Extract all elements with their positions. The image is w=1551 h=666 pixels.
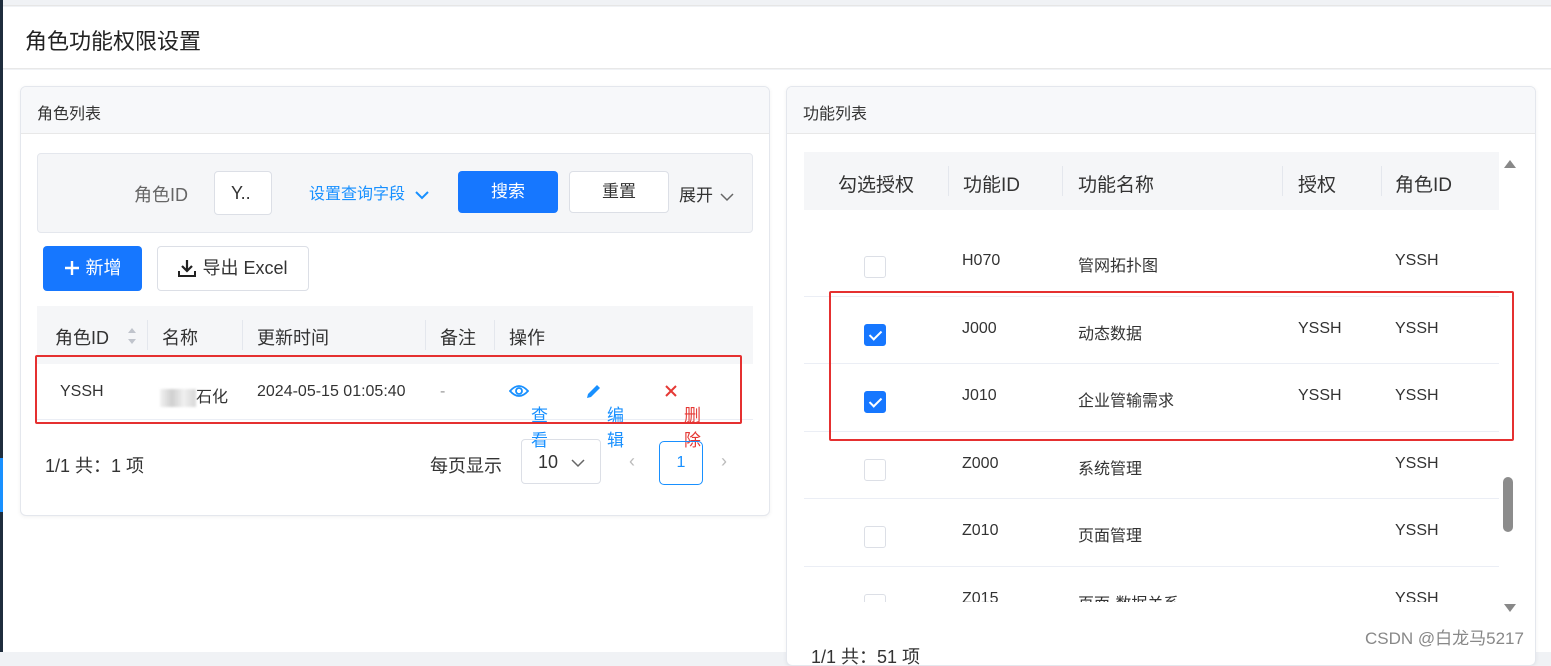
page-size-label: 每页显示	[430, 456, 502, 476]
authorize-checkbox[interactable]	[864, 458, 886, 481]
row-func-id: Z010	[962, 522, 999, 539]
current-page[interactable]: 1	[659, 441, 703, 485]
col-func-role: 角色ID	[1395, 175, 1453, 196]
func-card-title: 功能列表	[787, 87, 1535, 134]
page-size-select[interactable]: 10	[521, 439, 601, 484]
row-func-name: 页面-数据关系	[1078, 590, 1179, 603]
search-button[interactable]: 搜索	[458, 171, 558, 213]
table-row[interactable]: Z015 页面-数据关系 YSSH	[804, 567, 1499, 603]
set-query-fields-label: 设置查询字段	[309, 186, 406, 203]
row-func-id: Z000	[962, 454, 999, 472]
export-label: 导出 Excel	[202, 258, 288, 278]
role-card-title: 角色列表	[21, 87, 769, 134]
chevron-down-icon	[415, 191, 430, 200]
col-updated: 更新时间	[257, 328, 329, 348]
row-role: YSSH	[1395, 589, 1439, 603]
watermark: CSDN @白龙马5217	[1365, 629, 1524, 648]
top-strip	[3, 0, 1551, 6]
col-remark: 备注	[440, 328, 476, 348]
next-page-icon[interactable]: ›	[721, 451, 727, 472]
chevron-down-icon	[571, 459, 585, 468]
row-func-name: 系统管理	[1078, 460, 1143, 478]
scroll-thumb[interactable]	[1503, 477, 1513, 532]
row-func-id: Z015	[962, 589, 999, 603]
row-role: YSSH	[1395, 522, 1439, 539]
expand-label: 展开	[679, 186, 713, 205]
role-list-card: 角色列表 角色ID Y.. 设置查询字段 搜索 重置 展开 新增 导出 Exce…	[20, 86, 770, 516]
func-table-header: 勾选授权 功能ID 功能名称 授权 角色ID	[804, 152, 1499, 210]
page-header: 角色功能权限设置	[3, 7, 1551, 69]
role-id-label: 角色ID	[134, 185, 188, 205]
plus-icon	[64, 261, 79, 275]
role-id-input[interactable]: Y..	[214, 171, 272, 215]
highlight-box-checked-functions	[829, 291, 1514, 441]
set-query-fields-link[interactable]: 设置查询字段	[309, 180, 430, 204]
row-func-id: H070	[962, 252, 1001, 269]
table-row[interactable]: Z000 系统管理 YSSH	[804, 432, 1499, 499]
func-pager-total: 1/1 共：51 项	[811, 647, 921, 666]
col-func-id: 功能ID	[963, 175, 1021, 196]
col-func-name: 功能名称	[1078, 175, 1155, 196]
download-icon	[178, 260, 197, 277]
row-func-name: 管网拓扑图	[1078, 258, 1159, 275]
col-role-id[interactable]: 角色ID	[55, 324, 109, 350]
col-name: 名称	[162, 328, 198, 348]
role-pagination: 1/1 共：1 项 每页显示 10 ‹ 1 ›	[37, 439, 753, 485]
page-title: 角色功能权限设置	[25, 29, 202, 54]
highlight-box-role-row	[35, 355, 742, 424]
expand-toggle[interactable]: 展开	[679, 181, 734, 206]
page-size-value: 10	[538, 452, 559, 472]
export-excel-button[interactable]: 导出 Excel	[157, 246, 309, 291]
col-auth: 授权	[1298, 175, 1337, 196]
authorize-checkbox[interactable]	[864, 593, 886, 602]
table-row[interactable]: H070 管网拓扑图 YSSH	[804, 229, 1499, 297]
col-actions: 操作	[509, 328, 545, 348]
add-label: 新增	[85, 258, 122, 278]
authorize-checkbox[interactable]	[864, 256, 886, 278]
sort-icon[interactable]	[127, 327, 137, 345]
row-func-name: 页面管理	[1078, 528, 1143, 545]
prev-page-icon[interactable]: ‹	[629, 451, 635, 472]
authorize-checkbox[interactable]	[864, 526, 886, 548]
reset-button[interactable]: 重置	[569, 171, 669, 213]
row-role: YSSH	[1395, 454, 1439, 472]
row-role: YSSH	[1395, 252, 1439, 269]
table-row[interactable]: Z010 页面管理 YSSH	[804, 499, 1499, 567]
scroll-up-icon[interactable]	[1504, 160, 1516, 168]
add-button[interactable]: 新增	[43, 246, 142, 291]
scroll-down-icon[interactable]	[1504, 604, 1516, 612]
pager-total: 1/1 共：1 项	[45, 456, 145, 476]
search-panel: 角色ID Y.. 设置查询字段 搜索 重置 展开	[37, 153, 753, 233]
chevron-down-icon	[720, 192, 734, 201]
col-check: 勾选授权	[838, 175, 915, 196]
